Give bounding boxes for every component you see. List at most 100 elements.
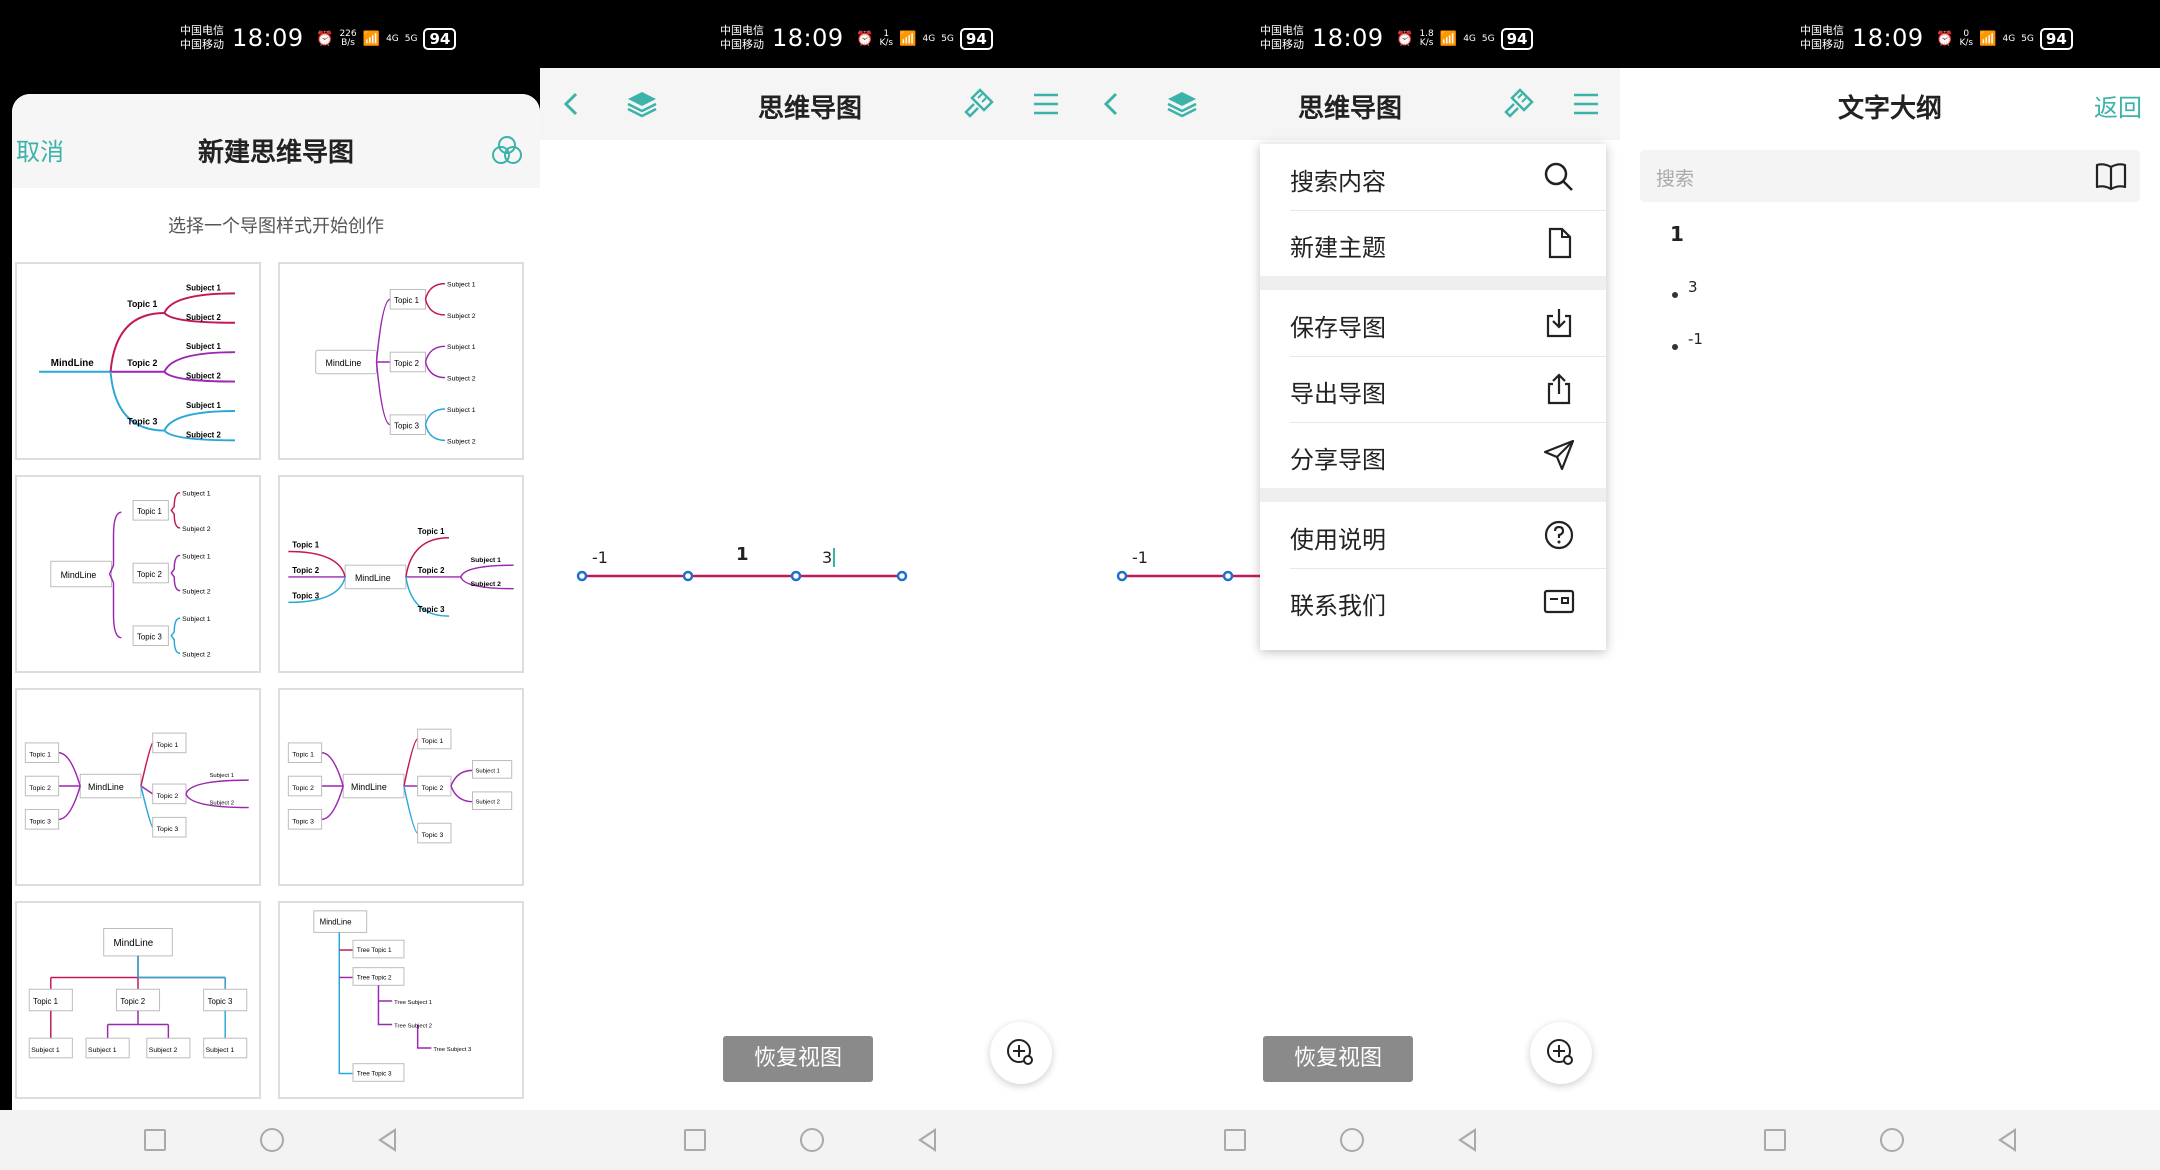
svg-text:Topic 2: Topic 2 [394, 359, 419, 368]
paint-brush-icon[interactable] [960, 86, 996, 122]
net-speed: 1 K/s [879, 29, 894, 48]
menu-item-search[interactable]: 搜索内容 [1260, 144, 1606, 210]
svg-text:MindLine: MindLine [114, 938, 154, 949]
share-out-icon [1547, 373, 1571, 405]
svg-text:Subject 1: Subject 1 [182, 553, 211, 560]
svg-text:MindLine: MindLine [61, 570, 97, 580]
svg-text:Subject 2: Subject 2 [447, 313, 476, 320]
svg-text:Topic 1: Topic 1 [422, 738, 444, 745]
mindmap-canvas[interactable]: -1 1 3 [540, 140, 1080, 1110]
template-card-right-tree[interactable]: MindLine Topic 1 Topic 2 Topic 3 Subject… [15, 262, 261, 460]
zoom-fab[interactable] [990, 1022, 1052, 1084]
back-nav-icon[interactable] [378, 1128, 396, 1152]
battery-icon: 94 [959, 28, 993, 50]
system-nav-bar [0, 1110, 540, 1170]
menu-item-export[interactable]: 导出导图 [1260, 356, 1606, 422]
svg-text:Tree Subject 2: Tree Subject 2 [394, 1023, 432, 1029]
node-minus-1[interactable]: -1 [1132, 548, 1148, 567]
battery-icon: 94 [1500, 28, 1534, 50]
screen-text-outline: 中国电信 中国移动 18:09 ⏰ 0 K/s 📶 4G 5G 94 文字大纲 返回… [1620, 0, 2160, 1170]
net-speed: 0 K/s [1959, 29, 1974, 48]
top-bar: 文字大纲 返回 [1620, 68, 2160, 140]
svg-text:Subject 1: Subject 1 [471, 557, 502, 564]
svg-text:Topic 2: Topic 2 [157, 793, 179, 800]
template-card-both-sides-lines[interactable]: MindLine Topic 1 Topic 2 Topic 3 Topic 1… [278, 475, 524, 673]
recent-apps-icon[interactable] [684, 1129, 706, 1151]
bullet-icon [1672, 292, 1678, 298]
svg-text:Topic 2: Topic 2 [137, 570, 162, 579]
template-card-brace[interactable]: MindLine Topic 1 Topic 2 Topic 3 Subject… [15, 475, 261, 673]
back-nav-icon[interactable] [918, 1128, 936, 1152]
svg-text:Subject 1: Subject 1 [447, 344, 476, 351]
template-card-org-chart[interactable]: MindLine Topic 1 Topic 2 Topic 3 Subject… [15, 901, 261, 1099]
alarm-icon: ⏰ [1396, 31, 1414, 47]
outline-item[interactable]: 3 [1672, 278, 1698, 298]
svg-text:Topic 1: Topic 1 [394, 296, 419, 305]
template-card-right-boxes[interactable]: MindLine Topic 1 Topic 2 Topic 3 Subject… [278, 262, 524, 460]
svg-text:Topic 1: Topic 1 [127, 299, 157, 309]
home-icon[interactable] [1880, 1128, 1904, 1152]
menu-item-save[interactable]: 保存导图 [1260, 290, 1606, 356]
theme-color-icon[interactable] [490, 134, 524, 168]
svg-text:Topic 1: Topic 1 [137, 507, 162, 516]
outline-root[interactable]: 1 [1670, 222, 1684, 246]
zoom-fab[interactable] [1530, 1022, 1592, 1084]
back-button[interactable]: 返回 [2094, 88, 2142, 123]
page-title: 思维导图 [757, 94, 862, 124]
restore-view-button[interactable]: 恢复视图 [723, 1036, 873, 1082]
svg-text:Topic 3: Topic 3 [208, 997, 233, 1006]
node-root[interactable]: 1 [736, 544, 749, 565]
svg-text:Subject 1: Subject 1 [186, 283, 221, 292]
svg-text:Subject 1: Subject 1 [447, 282, 476, 289]
paint-brush-icon[interactable] [1500, 86, 1536, 122]
svg-text:MindLine: MindLine [355, 573, 391, 583]
menu-icon[interactable] [1028, 86, 1064, 122]
screen-new-mindmap: 中国电信 中国移动 18:09 ⏰ 226 B/s 📶 4G 5G 94 取消 新建… [0, 0, 540, 1170]
carrier-info: 中国电信 中国移动 [1800, 24, 1844, 51]
download-icon [1546, 309, 1572, 338]
clock: 18:09 [1312, 24, 1384, 52]
recent-apps-icon[interactable] [1764, 1129, 1786, 1151]
node-minus-1[interactable]: -1 [592, 548, 608, 567]
svg-text:Subject 2: Subject 2 [182, 526, 211, 533]
book-icon[interactable] [2094, 160, 2128, 192]
search-input[interactable]: 搜索 [1640, 150, 2140, 202]
svg-text:Topic 1: Topic 1 [29, 752, 51, 759]
home-icon[interactable] [1340, 1128, 1364, 1152]
top-bar: 思维导图 [1080, 68, 1620, 140]
outline-item[interactable]: -1 [1672, 330, 1703, 350]
menu-item-new-topic[interactable]: 新建主题 [1260, 210, 1606, 276]
screen-mindmap-menu: 中国电信 中国移动 18:09 ⏰ 1.8 K/s 📶 4G 5G 94 思维导图 [1080, 0, 1620, 1170]
restore-view-button[interactable]: 恢复视图 [1263, 1036, 1413, 1082]
svg-text:Topic 1: Topic 1 [292, 752, 314, 759]
menu-icon[interactable] [1568, 86, 1604, 122]
signal-4g: 4G [922, 33, 936, 44]
back-nav-icon[interactable] [1458, 1128, 1476, 1152]
recent-apps-icon[interactable] [1224, 1129, 1246, 1151]
home-icon[interactable] [260, 1128, 284, 1152]
svg-text:MindLine: MindLine [88, 782, 124, 792]
carrier-info: 中国电信 中国移动 [1260, 24, 1304, 51]
status-bar: 中国电信 中国移动 18:09 ⏰ 1.8 K/s 📶 4G 5G 94 [1080, 0, 1620, 68]
menu-item-share[interactable]: 分享导图 [1260, 422, 1606, 488]
svg-text:Topic 2: Topic 2 [418, 566, 445, 575]
status-bar: 中国电信 中国移动 18:09 ⏰ 226 B/s 📶 4G 5G 94 [0, 0, 540, 68]
menu-item-help[interactable]: 使用说明 [1260, 502, 1606, 568]
home-icon[interactable] [800, 1128, 824, 1152]
battery-icon: 94 [423, 28, 457, 50]
recent-apps-icon[interactable] [144, 1129, 166, 1151]
signal-5g: 5G [1481, 33, 1495, 44]
template-card-both-sides-boxes[interactable]: MindLine Topic 1 Topic 2 Topic 3 Topic 1… [15, 688, 261, 886]
menu-item-contact[interactable]: 联系我们 [1260, 568, 1606, 634]
carrier-info: 中国电信 中国移动 [720, 24, 764, 51]
system-nav-bar [1080, 1110, 1620, 1170]
battery-icon: 94 [2039, 28, 2073, 50]
template-card-both-sides-framed[interactable]: MindLine Topic 1 Topic 2 Topic 3 Topic 1… [278, 688, 524, 886]
template-card-tree-list[interactable]: MindLine Tree Topic 1 Tree Topic 2 Tree … [278, 901, 524, 1099]
center-label: MindLine [51, 358, 94, 369]
alarm-icon: ⏰ [316, 31, 334, 47]
node-3-editing[interactable]: 3 [822, 548, 836, 567]
svg-text:Tree Subject 1: Tree Subject 1 [394, 1000, 432, 1006]
signal-5g: 5G [941, 33, 954, 44]
back-nav-icon[interactable] [1998, 1128, 2016, 1152]
